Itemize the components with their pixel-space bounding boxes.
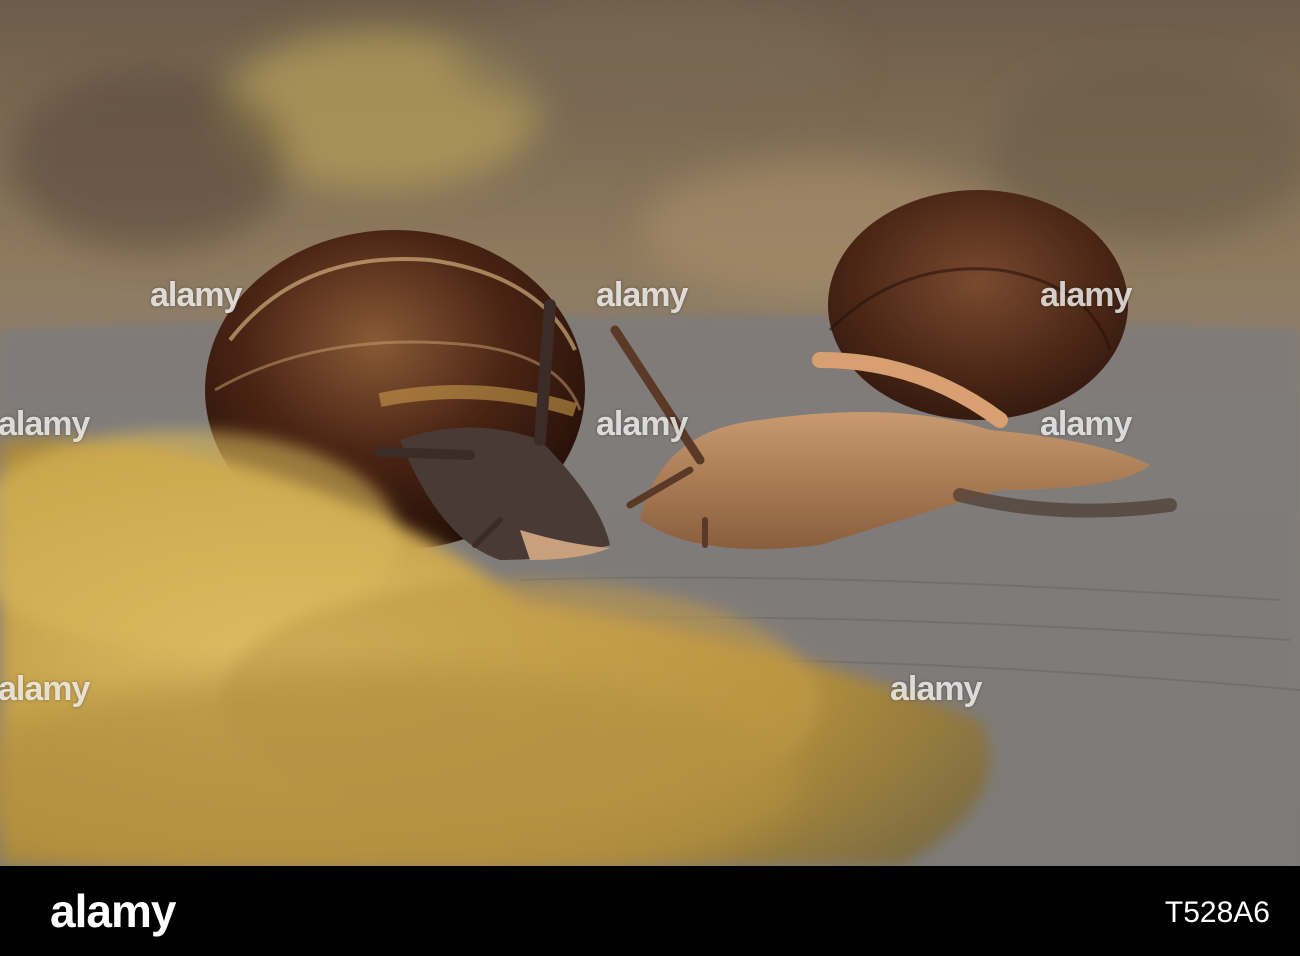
snail-illustration xyxy=(0,0,1300,866)
snail-photo: alamy alamy alamy alamy alamy alamy alam… xyxy=(0,0,1300,866)
image-id: T528A6 xyxy=(1164,896,1270,929)
image-footer: alamy T528A6 xyxy=(0,866,1300,956)
footer-logo: alamy xyxy=(50,885,176,937)
